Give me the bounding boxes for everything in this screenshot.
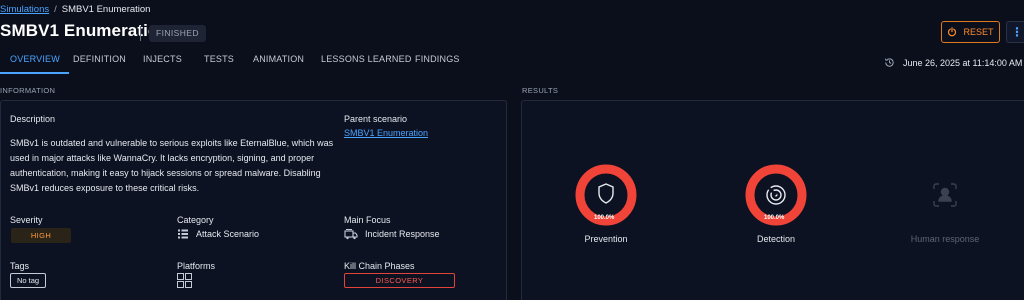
severity-label: Severity [10, 215, 43, 225]
section-information-label: INFORMATION [0, 86, 56, 95]
prevention-percent: 100.0% [594, 215, 615, 221]
human-response-indicator [914, 164, 976, 226]
category-label: Category [177, 215, 214, 225]
detection-percent: 100.0% [764, 215, 785, 221]
title-divider [140, 26, 141, 41]
simulation-date: June 26, 2025 at 11:14:00 AM [884, 57, 1022, 68]
power-icon [948, 27, 957, 37]
parent-scenario-link[interactable]: SMBV1 Enumeration [344, 128, 428, 138]
radar-icon [766, 185, 786, 205]
more-vertical-icon: ⋮ [1011, 25, 1023, 39]
tab-overview[interactable]: OVERVIEW [0, 46, 69, 74]
main-focus-value: Incident Response [344, 228, 440, 240]
tab-animation[interactable]: ANIMATION [253, 46, 321, 74]
reset-button[interactable]: RESET [941, 21, 1000, 43]
human-response-label: Human response [910, 234, 980, 244]
breadcrumb-separator: / [54, 4, 57, 15]
breadcrumb: Simulations / SMBV1 Enumeration [0, 4, 150, 15]
breadcrumb-simulations-link[interactable]: Simulations [0, 4, 49, 15]
user-scan-icon [933, 183, 957, 207]
more-options-button[interactable]: ⋮ [1006, 21, 1024, 43]
description-label: Description [10, 114, 56, 124]
category-value: Attack Scenario [177, 228, 259, 240]
tab-findings[interactable]: FINDINGS [415, 46, 475, 74]
reset-label: RESET [963, 27, 994, 37]
description-text: SMBv1 is outdated and vulnerable to seri… [10, 138, 334, 193]
detection-label: Detection [756, 234, 796, 244]
section-results-label: RESULTS [522, 86, 559, 95]
windows-icon [177, 273, 192, 291]
category-text: Attack Scenario [196, 229, 260, 239]
shield-icon [598, 183, 614, 204]
tab-injects[interactable]: INJECTS [143, 46, 204, 74]
history-clock-icon [884, 58, 894, 67]
main-focus-label: Main Focus [344, 215, 391, 225]
parent-scenario-label: Parent scenario [344, 114, 408, 124]
tab-lessons-learned[interactable]: LESSONS LEARNED [321, 46, 415, 74]
kill-chain-label: Kill Chain Phases [344, 261, 415, 271]
status-badge: FINISHED [149, 25, 206, 42]
tag-chip: No tag [10, 273, 47, 288]
date-text: June 26, 2025 at 11:14:00 AM [903, 57, 1023, 68]
prevention-label: Prevention [584, 234, 628, 244]
main-focus-text: Incident Response [365, 229, 440, 239]
platforms-label: Platforms [177, 261, 216, 271]
information-panel [0, 100, 507, 300]
fire-truck-icon [344, 229, 358, 240]
breadcrumb-current: SMBV1 Enumeration [61, 4, 151, 15]
kill-chain-badge: DISCOVERY [344, 273, 455, 288]
tab-tests[interactable]: TESTS [204, 46, 253, 74]
tab-definition[interactable]: DEFINITION [73, 46, 143, 74]
list-icon [178, 229, 188, 239]
severity-badge: HIGH [11, 228, 71, 243]
tab-bar: OVERVIEW DEFINITION INJECTS TESTS ANIMAT… [0, 46, 475, 74]
tags-label: Tags [10, 261, 30, 271]
page-title: SMBV1 Enumeration [0, 21, 169, 40]
